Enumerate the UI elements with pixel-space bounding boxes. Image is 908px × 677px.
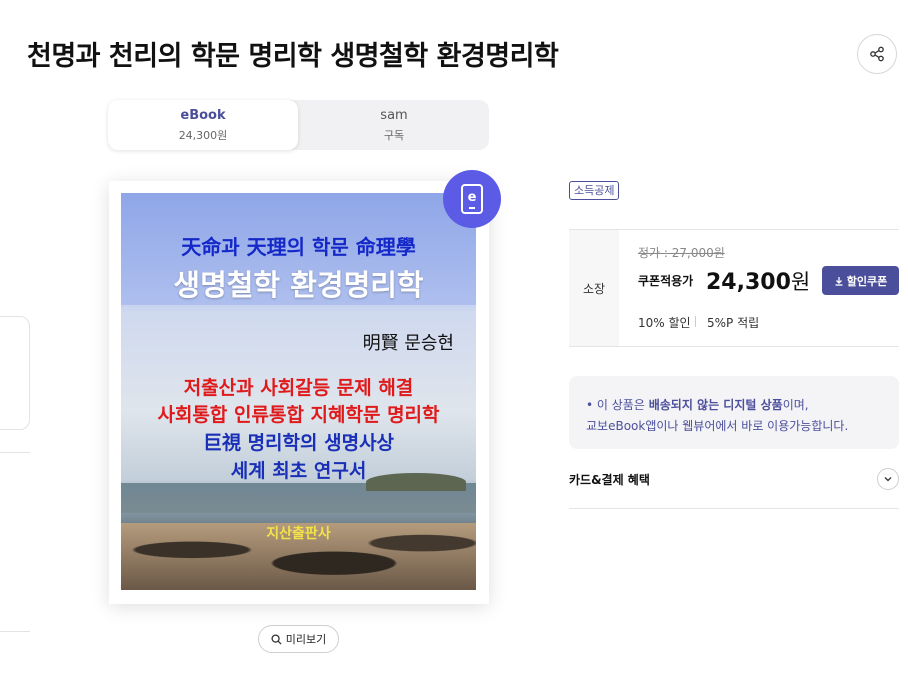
side-divider — [0, 452, 30, 453]
cover-publisher: 지산출판사 — [266, 526, 331, 542]
points-rate: 5%P 적립 — [707, 316, 760, 330]
side-divider — [0, 631, 30, 632]
card-benefit-label: 카드&결제 혜택 — [569, 473, 650, 487]
search-icon — [271, 633, 282, 645]
notice-highlight: 배송되지 않는 디지털 상품 — [648, 398, 783, 412]
discount-rate: 10% 할인 — [638, 316, 691, 330]
ebook-badge-icon: e — [443, 170, 501, 228]
sale-unit: 원 — [790, 270, 811, 294]
notice-line2: 교보eBook앱이나 웹뷰어에서 바로 이용가능합니다. — [586, 419, 849, 433]
coupon-price-label: 쿠폰적용가 — [638, 274, 694, 288]
price-box: 소장 정가 : 27,000원 쿠폰적용가 24,300원 할인쿠폰 10% 할… — [569, 229, 899, 347]
cover-line5: 사회통합 인류통합 지혜학문 명리학 — [157, 404, 440, 426]
cover-line2: 생명철학 환경명리학 — [173, 268, 424, 302]
notice-line1: • 이 상품은 배송되지 않는 디지털 상품이며, — [586, 398, 809, 412]
sale-price: 24,300원 — [706, 266, 810, 296]
notice-prefix: 이 상품은 — [596, 398, 649, 412]
tab-price: 24,300원 — [178, 129, 228, 142]
cover-author: 明賢 문승현 — [362, 333, 454, 354]
share-icon — [870, 46, 884, 62]
divider — [695, 316, 696, 327]
discount-coupon-button[interactable]: 할인쿠폰 — [822, 266, 899, 295]
sale-amount: 24,300 — [706, 270, 791, 295]
book-cover: 天命과 天理의 학문 命理學 생명철학 환경명리학 明賢 문승현 저출산과 사회… — [121, 193, 476, 590]
tab-sam[interactable]: sam 구독 — [299, 100, 489, 150]
cover-line1: 天命과 天理의 학문 命理學 — [181, 235, 416, 259]
card-benefit-row[interactable]: 카드&결제 혜택 — [569, 462, 899, 509]
preview-button[interactable]: 미리보기 — [258, 625, 339, 653]
preview-label: 미리보기 — [285, 633, 327, 646]
format-tabs: eBook 24,300원 sam 구독 — [108, 100, 489, 150]
tax-deduction-badge: 소득공제 — [569, 181, 620, 200]
list-price: 정가 : 27,000원 — [638, 246, 725, 260]
digital-notice: • 이 상품은 배송되지 않는 디지털 상품이며, 교보eBook앱이나 웹뷰어… — [569, 376, 899, 449]
price-row-label: 소장 — [569, 230, 619, 346]
side-panel-card — [0, 316, 30, 430]
coupon-button-label: 할인쿠폰 — [846, 274, 888, 288]
page-title: 천명과 천리의 학문 명리학 생명철학 환경명리학 — [27, 41, 559, 72]
ebook-badge-letter: e — [468, 190, 477, 205]
notice-suffix: 이며, — [782, 398, 809, 412]
cover-line7: 세계 최초 연구서 — [230, 460, 367, 482]
chevron-down-icon[interactable] — [877, 468, 899, 490]
tab-subtitle: 구독 — [383, 129, 405, 142]
tab-label: eBook — [180, 108, 226, 123]
cover-line6: 巨視 명리학의 생명사상 — [202, 432, 395, 454]
tab-ebook[interactable]: eBook 24,300원 — [108, 100, 298, 150]
tab-label: sam — [380, 108, 408, 123]
book-cover-frame: 天命과 天理의 학문 命理學 생명철학 환경명리학 明賢 문승현 저출산과 사회… — [109, 181, 489, 604]
download-icon — [835, 276, 843, 286]
share-button[interactable] — [857, 34, 897, 74]
cover-line4: 저출산과 사회갈등 문제 해결 — [183, 377, 414, 399]
